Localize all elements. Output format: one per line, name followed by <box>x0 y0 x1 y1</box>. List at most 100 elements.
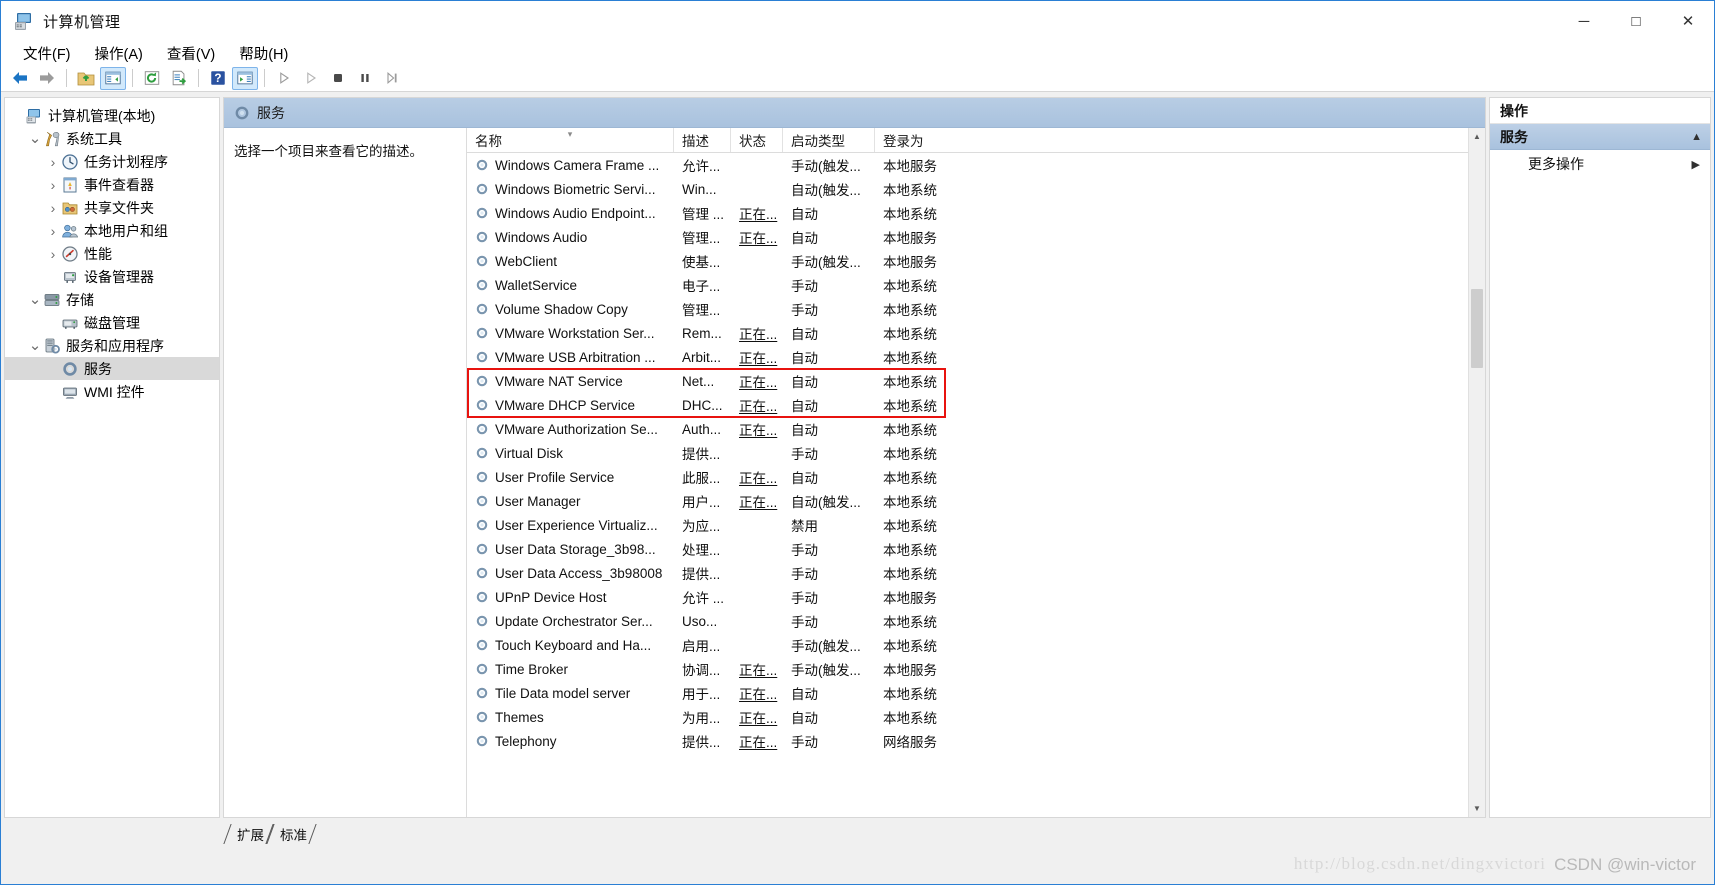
tree-node-8[interactable]: ⌄存储 <box>5 288 219 311</box>
cell-service-name: WebClient <box>467 254 674 269</box>
column-status[interactable]: 状态 <box>731 128 783 152</box>
table-row[interactable]: Windows Audio Endpoint...管理 ...正在...自动本地… <box>467 201 1468 225</box>
column-log-on-as[interactable]: 登录为 <box>875 128 1468 152</box>
menu-help[interactable]: 帮助(H) <box>229 41 298 66</box>
chevron-down-icon[interactable]: ⌄ <box>27 134 43 144</box>
table-row[interactable]: Time Broker协调...正在...手动(触发...本地服务 <box>467 657 1468 681</box>
cell-description: 提供... <box>674 731 731 751</box>
cell-log-on-as: 本地系统 <box>875 395 1468 415</box>
table-row[interactable]: Themes为用...正在...自动本地系统 <box>467 705 1468 729</box>
table-row[interactable]: Virtual Disk提供...手动本地系统 <box>467 441 1468 465</box>
tree-node-4[interactable]: ›共享文件夹 <box>5 196 219 219</box>
table-row[interactable]: User Manager用户...正在...自动(触发...本地系统 <box>467 489 1468 513</box>
forward-icon[interactable] <box>34 67 60 90</box>
stop-service-icon[interactable] <box>325 67 351 90</box>
cell-description: Win... <box>674 182 731 197</box>
table-row[interactable]: Update Orchestrator Ser...Uso...手动本地系统 <box>467 609 1468 633</box>
cell-log-on-as: 本地系统 <box>875 563 1468 583</box>
action-more-actions-label: 更多操作 <box>1528 154 1692 174</box>
table-row[interactable]: User Data Storage_3b98...处理...手动本地系统 <box>467 537 1468 561</box>
show-hide-console-tree-icon[interactable] <box>100 67 126 90</box>
pause-service-icon[interactable] <box>352 67 378 90</box>
table-row[interactable]: User Profile Service此服...正在...自动本地系统 <box>467 465 1468 489</box>
chevron-up-icon[interactable]: ▲ <box>1691 131 1702 143</box>
tree-node-7[interactable]: 设备管理器 <box>5 265 219 288</box>
table-row[interactable]: VMware Authorization Se...Auth...正在...自动… <box>467 417 1468 441</box>
table-row[interactable]: Volume Shadow Copy管理...手动本地系统 <box>467 297 1468 321</box>
table-row[interactable]: Telephony提供...正在...手动网络服务 <box>467 729 1468 753</box>
cell-service-name-label: Time Broker <box>495 662 568 677</box>
menu-file[interactable]: 文件(F) <box>13 41 81 66</box>
cell-description: 电子... <box>674 275 731 295</box>
tree-node-1[interactable]: ⌄系统工具 <box>5 127 219 150</box>
chevron-down-icon[interactable]: ⌄ <box>27 341 43 351</box>
table-row[interactable]: Tile Data model server用于...正在...自动本地系统 <box>467 681 1468 705</box>
tree-node-2[interactable]: ›任务计划程序 <box>5 150 219 173</box>
table-row[interactable]: WalletService电子...手动本地系统 <box>467 273 1468 297</box>
service-gear-icon <box>475 254 489 268</box>
menu-action[interactable]: 操作(A) <box>85 41 153 66</box>
table-row[interactable]: VMware Workstation Ser...Rem...正在...自动本地… <box>467 321 1468 345</box>
maximize-button[interactable]: □ <box>1610 1 1662 41</box>
minimize-button[interactable]: ─ <box>1558 1 1610 41</box>
tree-node-6[interactable]: ›性能 <box>5 242 219 265</box>
table-row[interactable]: Windows Audio管理...正在...自动本地服务 <box>467 225 1468 249</box>
column-name[interactable]: 名称 ▾ <box>467 128 674 152</box>
tree-node-label: WMI 控件 <box>84 382 145 402</box>
action-more-actions[interactable]: 更多操作 ▶ <box>1490 150 1710 178</box>
cell-service-name: User Manager <box>467 494 674 509</box>
chevron-right-icon[interactable]: › <box>45 246 61 262</box>
table-row[interactable]: User Experience Virtualiz...为应...禁用本地系统 <box>467 513 1468 537</box>
chevron-right-icon[interactable]: › <box>45 223 61 239</box>
scrollbar-thumb[interactable] <box>1471 289 1483 368</box>
cell-status: 正在... <box>731 731 783 751</box>
table-row[interactable]: WebClient使基...手动(触发...本地服务 <box>467 249 1468 273</box>
menu-view[interactable]: 查看(V) <box>157 41 225 66</box>
scrollbar-track[interactable] <box>1469 145 1485 800</box>
column-startup-type[interactable]: 启动类型 <box>783 128 875 152</box>
cell-description: 为应... <box>674 515 731 535</box>
tree-node-12[interactable]: WMI 控件 <box>5 380 219 403</box>
services-list-scrollbar[interactable]: ▲ ▼ <box>1468 128 1485 817</box>
cell-service-name-label: Windows Audio Endpoint... <box>495 206 656 221</box>
help-icon[interactable]: ? <box>205 67 231 90</box>
table-row[interactable]: User Data Access_3b98008提供...手动本地系统 <box>467 561 1468 585</box>
chevron-right-icon[interactable]: › <box>45 200 61 216</box>
service-gear-icon <box>475 350 489 364</box>
tree-node-9[interactable]: 磁盘管理 <box>5 311 219 334</box>
actions-group-services[interactable]: 服务 ▲ <box>1490 124 1710 150</box>
users-groups-icon <box>61 222 79 240</box>
tree-node-11[interactable]: 服务 <box>5 357 219 380</box>
tree-node-3[interactable]: ›事件查看器 <box>5 173 219 196</box>
scroll-down-button[interactable]: ▼ <box>1469 800 1485 817</box>
tree-node-10[interactable]: ⌄服务和应用程序 <box>5 334 219 357</box>
table-row[interactable]: VMware NAT ServiceNet...正在...自动本地系统 <box>467 369 1468 393</box>
table-row[interactable]: Windows Camera Frame ...允许...手动(触发...本地服… <box>467 153 1468 177</box>
resume-service-icon[interactable] <box>298 67 324 90</box>
cell-startup-type: 自动 <box>783 227 875 247</box>
tree-node-0[interactable]: 计算机管理(本地) <box>5 104 219 127</box>
tree-node-5[interactable]: ›本地用户和组 <box>5 219 219 242</box>
table-row[interactable]: Windows Biometric Servi...Win...自动(触发...… <box>467 177 1468 201</box>
restart-service-icon[interactable] <box>379 67 405 90</box>
show-action-pane-icon[interactable] <box>232 67 258 90</box>
back-icon[interactable] <box>7 67 33 90</box>
table-row[interactable]: VMware USB Arbitration ...Arbit...正在...自… <box>467 345 1468 369</box>
tab-standard[interactable]: 标准 <box>270 824 313 844</box>
column-description[interactable]: 描述 <box>674 128 731 152</box>
start-service-icon[interactable] <box>271 67 297 90</box>
export-list-icon[interactable] <box>166 67 192 90</box>
scroll-up-button[interactable]: ▲ <box>1469 128 1485 145</box>
chevron-right-icon[interactable]: › <box>45 177 61 193</box>
table-row[interactable]: VMware DHCP ServiceDHC...正在...自动本地系统 <box>467 393 1468 417</box>
chevron-down-icon[interactable]: ⌄ <box>27 295 43 305</box>
refresh-icon[interactable] <box>139 67 165 90</box>
cell-description: Arbit... <box>674 350 731 365</box>
cell-service-name-label: Windows Camera Frame ... <box>495 158 659 173</box>
table-row[interactable]: Touch Keyboard and Ha...启用...手动(触发...本地系… <box>467 633 1468 657</box>
tab-extended[interactable]: 扩展 <box>227 824 270 844</box>
table-row[interactable]: UPnP Device Host允许 ...手动本地服务 <box>467 585 1468 609</box>
close-button[interactable]: ✕ <box>1662 1 1714 41</box>
up-folder-icon[interactable] <box>73 67 99 90</box>
chevron-right-icon[interactable]: › <box>45 154 61 170</box>
